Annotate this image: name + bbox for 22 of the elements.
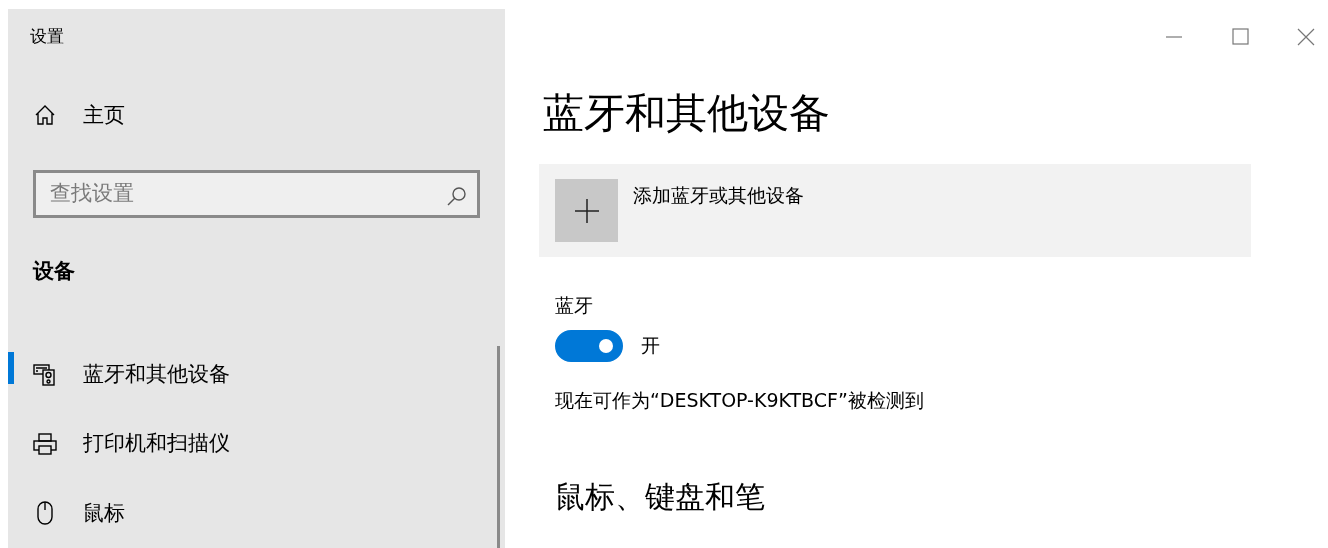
close-button[interactable] bbox=[1296, 27, 1316, 47]
scrollbar[interactable] bbox=[497, 346, 500, 548]
maximize-button[interactable] bbox=[1230, 27, 1250, 47]
search-field[interactable]: 查找设置 bbox=[33, 170, 480, 219]
search-icon bbox=[446, 185, 468, 207]
window-title: 设置 bbox=[29, 25, 65, 48]
setting-label: 蓝牙 bbox=[555, 293, 594, 319]
sidebar-item[interactable]: 打印机和扫描仪 bbox=[8, 409, 505, 479]
section-heading: 鼠标、键盘和笔 bbox=[555, 478, 766, 517]
toggle-state-label: 开 bbox=[641, 333, 660, 359]
page-title: 蓝牙和其他设备 bbox=[543, 89, 831, 139]
sidebar-item[interactable]: 鼠标 bbox=[8, 478, 505, 548]
home-icon bbox=[33, 103, 57, 128]
add-device-button[interactable]: 添加蓝牙或其他设备 bbox=[539, 164, 1251, 258]
section-heading: 设备 bbox=[31, 258, 76, 286]
status-text: 现在可作为“DESKTOP-K9KTBCF”被检测到 bbox=[555, 387, 925, 413]
sidebar-item[interactable]: 蓝牙和其他设备 bbox=[8, 339, 505, 410]
keyboard-speaker-icon bbox=[33, 362, 57, 387]
printer-icon bbox=[33, 431, 57, 456]
home-link[interactable]: 主页 bbox=[8, 80, 505, 150]
plus-icon bbox=[555, 179, 618, 243]
toggle-switch[interactable] bbox=[555, 329, 623, 362]
